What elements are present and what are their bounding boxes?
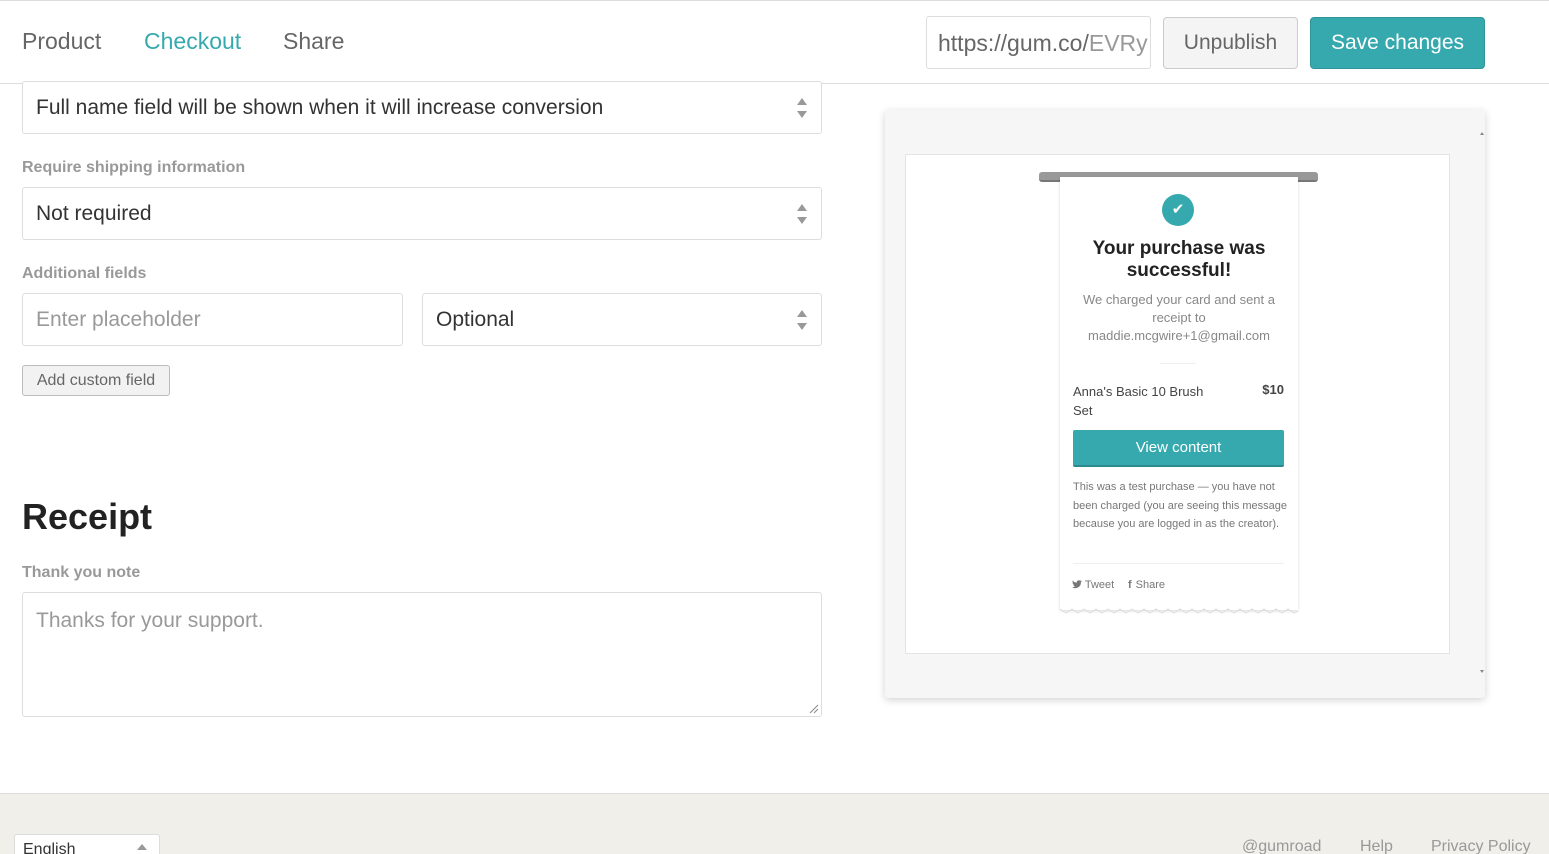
footer-link-gumroad[interactable]: @gumroad (1242, 838, 1321, 854)
twitter-icon (1072, 580, 1082, 589)
receipt-item-name: Anna's Basic 10 Brush Set (1073, 384, 1204, 418)
footer-link-help[interactable]: Help (1360, 838, 1393, 854)
language-value: English (23, 841, 76, 854)
select-arrows-icon (797, 98, 807, 118)
shipping-select[interactable]: Not required (22, 187, 822, 240)
receipt-preview-panel: ✔ Your purchase was successful! We charg… (885, 110, 1485, 698)
test-purchase-note: This was a test purchase — you have not … (1073, 481, 1288, 530)
thank-you-placeholder: Thanks for your support. (36, 609, 264, 632)
footer-link-privacy[interactable]: Privacy Policy (1431, 838, 1531, 854)
select-arrows-icon (797, 310, 807, 330)
top-navigation-bar: Product Checkout Share https://gum.co/EV… (0, 0, 1549, 84)
custom-field-required-select[interactable]: Optional (422, 293, 822, 346)
chevron-up-icon (137, 844, 147, 850)
save-changes-button[interactable]: Save changes (1310, 17, 1485, 69)
resize-handle-icon[interactable] (809, 704, 819, 714)
tab-checkout[interactable]: Checkout (144, 28, 241, 55)
tweet-label: Tweet (1084, 579, 1115, 591)
unpublish-button[interactable]: Unpublish (1163, 17, 1298, 69)
receipt-item-price: $10 (1262, 382, 1284, 397)
url-slug: EVRy (1088, 30, 1148, 56)
scroll-up-icon[interactable] (1480, 132, 1484, 135)
preview-frame: ✔ Your purchase was successful! We charg… (905, 154, 1450, 654)
receipt-card: ✔ Your purchase was successful! We charg… (1060, 177, 1298, 614)
full-name-select-value: Full name field will be shown when it wi… (36, 96, 604, 119)
additional-fields-label: Additional fields (22, 265, 147, 282)
optional-select-value: Optional (436, 308, 515, 331)
purchase-success-subtitle: We charged your card and sent a receipt … (1083, 292, 1275, 343)
custom-field-placeholder-input[interactable]: Enter placeholder (22, 293, 403, 346)
share-label: Share (1135, 579, 1166, 591)
scroll-down-icon[interactable] (1480, 670, 1484, 673)
thank-you-note-label: Thank you note (22, 564, 141, 581)
thank-you-note-textarea[interactable]: Thanks for your support. (22, 592, 822, 717)
shipping-select-value: Not required (36, 202, 152, 225)
view-content-button[interactable]: View content (1073, 430, 1284, 467)
product-url-field[interactable]: https://gum.co/EVRy (926, 16, 1151, 69)
full-name-select[interactable]: Full name field will be shown when it wi… (22, 81, 822, 134)
tweet-link[interactable]: Tweet (1072, 579, 1114, 591)
share-link[interactable]: f Share (1128, 579, 1165, 591)
checkmark-icon: ✔ (1162, 194, 1194, 226)
purchase-success-title: Your purchase was successful! (1092, 238, 1266, 281)
divider (1073, 563, 1284, 564)
facebook-icon: f (1128, 579, 1132, 591)
shipping-label: Require shipping information (22, 159, 246, 176)
add-custom-field-button[interactable]: Add custom field (22, 365, 170, 396)
footer: English @gumroad Help Privacy Policy (0, 793, 1549, 854)
receipt-heading: Receipt (22, 496, 153, 537)
tab-share[interactable]: Share (283, 28, 344, 55)
select-arrows-icon (797, 204, 807, 224)
url-prefix: https://gum.co/ (938, 30, 1089, 56)
divider (1160, 363, 1196, 364)
receipt-torn-edge (1060, 608, 1298, 614)
tab-product[interactable]: Product (22, 28, 101, 55)
language-select[interactable]: English (14, 834, 160, 854)
